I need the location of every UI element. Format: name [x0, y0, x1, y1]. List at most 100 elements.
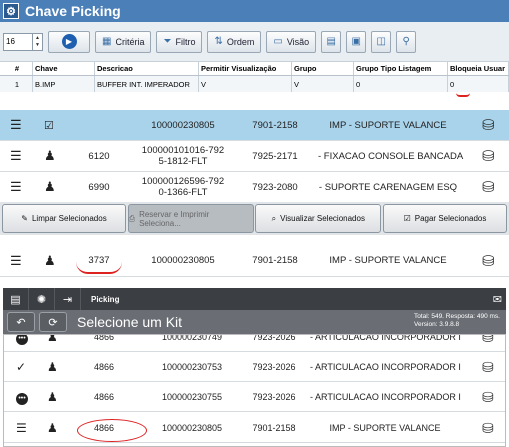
user-icon: ♟: [47, 390, 58, 404]
order-number: 100000126596-792 0-1366-FLT: [140, 176, 226, 198]
undo-icon: ↶: [16, 316, 26, 329]
description: - ARTICULACAO INCORPORADOR I: [310, 362, 461, 372]
reserve-print-button: ⎙ Reservar e Imprimir Selecionа...: [127, 204, 254, 233]
cell-permitir: V: [199, 76, 292, 92]
checkbox-icon: ☑: [403, 214, 411, 223]
header-grupo[interactable]: Grupo: [292, 62, 354, 75]
header-permitir[interactable]: Permitir Visualização: [199, 62, 292, 75]
list-item[interactable]: ••• ♟ 4866 100000230755 7923-2026 - ARTI…: [4, 383, 505, 412]
boxes-icon[interactable]: ⛁: [482, 389, 494, 406]
description: - FIXACAO CONSOLE BANCADA: [318, 150, 464, 162]
view-button[interactable]: ▭ Visão: [266, 30, 317, 53]
list-item[interactable]: ☰ ♟ 6990 100000126596-792 0-1366-FLT 7923…: [0, 172, 509, 203]
check-icon[interactable]: ☑: [44, 119, 54, 132]
list-item[interactable]: ✓ ♟ 4866 100000230753 7923-2026 - ARTICU…: [4, 353, 505, 382]
reference: 7923-2026: [252, 334, 296, 342]
order-number: 100000230805: [151, 255, 215, 266]
stepper-arrows-icon[interactable]: ▲ ▼: [32, 33, 42, 50]
header-chave[interactable]: Chave: [33, 62, 95, 75]
more-icon[interactable]: •••: [16, 335, 28, 345]
list-item[interactable]: ☰ ☑ 100000230805 7901-2158 IMP - SUPORTE…: [0, 110, 509, 141]
search-icon: ⌕: [271, 213, 277, 223]
kit-code: 4866: [93, 334, 115, 342]
kit-code: 6120: [88, 150, 110, 162]
broom-icon: ✎: [21, 214, 28, 223]
table-row[interactable]: 1 B.IMP BUFFER INT. IMPERADOR V V 0 0: [0, 76, 509, 92]
header-bloqueia[interactable]: Bloqueia Usuar: [448, 62, 509, 75]
boxes-icon[interactable]: ⛁: [482, 420, 494, 437]
export-button[interactable]: ▤: [321, 30, 342, 53]
mail-icon[interactable]: ✉: [493, 293, 502, 306]
description: IMP - SUPORTE VALANCE: [329, 255, 447, 266]
boxes-icon[interactable]: ⛁: [482, 252, 495, 270]
reference: 7923-2080: [252, 181, 298, 193]
more-icon[interactable]: •••: [16, 389, 28, 405]
menu-icon[interactable]: ▤: [3, 288, 29, 310]
list-item[interactable]: ••• ♟ 4866 100000230749 7923-2026 - ARTI…: [4, 334, 505, 352]
run-button[interactable]: ▶: [48, 30, 90, 53]
save-icon: ▣: [351, 36, 361, 47]
checkmark-icon[interactable]: ✓: [16, 360, 26, 374]
kit-code: 4866: [93, 362, 115, 372]
list-item[interactable]: ☰ ♟ 3737 100000230805 7901-2158 IMP - SU…: [0, 245, 509, 277]
action-bar: ✎ Limpar Selecionados ⎙ Reservar e Impri…: [0, 202, 509, 235]
keys-grid: # Chave Descricao Permitir Visualização …: [0, 62, 509, 105]
order-label: Ordem: [226, 36, 255, 47]
gear-icon: ⚙: [3, 3, 19, 19]
list-icon[interactable]: ☰: [10, 253, 22, 269]
boxes-icon[interactable]: ⛁: [482, 359, 494, 376]
back-button[interactable]: ↶: [7, 312, 35, 332]
logout-icon[interactable]: ⇥: [55, 288, 81, 310]
list-item[interactable]: ☰ ♟ 6120 100000101016-792 5-1812-FLT 7925…: [0, 141, 509, 172]
order-button[interactable]: ⇅ Ordem: [207, 30, 262, 53]
clear-selected-label: Limpar Selecionados: [31, 214, 107, 223]
settings-icon[interactable]: ✺: [29, 288, 55, 310]
printer-icon: ⎙: [128, 213, 136, 223]
toolbar: 16 ▲ ▼ ▶ ▦ Critéria ⏷ Filtro ⇅ Ordem ▭ Vi…: [0, 22, 509, 62]
window-button[interactable]: ◫: [371, 30, 392, 53]
header-descricao[interactable]: Descricao: [95, 62, 199, 75]
order-line-2: 5-1812-FLT: [158, 156, 208, 167]
order-line-1: 100000126596-792: [141, 176, 225, 187]
kit-code: 6990: [88, 181, 110, 193]
order-number: 100000230805: [151, 119, 215, 131]
reference: 7901-2158: [252, 423, 296, 433]
criteria-button[interactable]: ▦ Critéria: [95, 30, 152, 53]
description: IMP - SUPORTE VALANCE: [329, 423, 441, 433]
app-sub-bar: ↶ ⟳ Selecione um Kit Total: 549. Respost…: [3, 310, 506, 334]
cell-bloqueia: 0: [448, 76, 509, 92]
app-top-bar: ▤ ✺ ⇥ Picking ✉: [3, 288, 506, 310]
list-icon[interactable]: ☰: [16, 421, 27, 435]
boxes-icon[interactable]: ⛁: [482, 178, 495, 196]
user-icon: ♟: [47, 360, 58, 374]
header-number[interactable]: #: [0, 62, 33, 75]
header-tipo-listagem[interactable]: Grupo Tipo Listagem: [354, 62, 448, 75]
boxes-icon[interactable]: ⛁: [482, 335, 494, 346]
reference: 7923-2026: [252, 392, 296, 402]
pay-selected-button[interactable]: ☑ Pagar Selecionados: [382, 204, 507, 233]
list-icon[interactable]: ☰: [10, 179, 22, 195]
save-button[interactable]: ▣: [346, 30, 367, 53]
boxes-icon[interactable]: ⛁: [482, 147, 495, 165]
refresh-button[interactable]: ⟳: [39, 312, 67, 332]
filter-button[interactable]: ⏷ Filtro: [156, 30, 203, 53]
window-icon: ◫: [376, 36, 386, 47]
order-number: 100000230755: [161, 392, 223, 402]
description: - ARTICULACAO INCORPORADOR I: [310, 392, 461, 402]
spreadsheet-icon: ▤: [326, 36, 336, 47]
clear-selected-button[interactable]: ✎ Limpar Selecionados: [2, 204, 126, 233]
list-icon[interactable]: ☰: [10, 117, 22, 133]
reference: 7923-2026: [252, 362, 296, 372]
criteria-icon: ▦: [102, 36, 112, 47]
view-icon: ▭: [273, 36, 283, 47]
page-size-stepper[interactable]: 16 ▲ ▼: [3, 32, 43, 51]
boxes-icon[interactable]: ⛁: [482, 116, 495, 134]
view-selected-button[interactable]: ⌕ Visualizar Selecionados: [255, 204, 382, 233]
tools-button[interactable]: ⚲: [396, 30, 417, 53]
window-title: Chave Picking: [25, 3, 121, 19]
list-icon[interactable]: ☰: [10, 148, 22, 164]
cell-grupo: V: [292, 76, 354, 92]
user-icon: ♟: [44, 179, 56, 194]
funnel-icon: ⏷: [163, 36, 172, 47]
description: - SUPORTE CARENAGEM ESQ: [318, 181, 458, 193]
